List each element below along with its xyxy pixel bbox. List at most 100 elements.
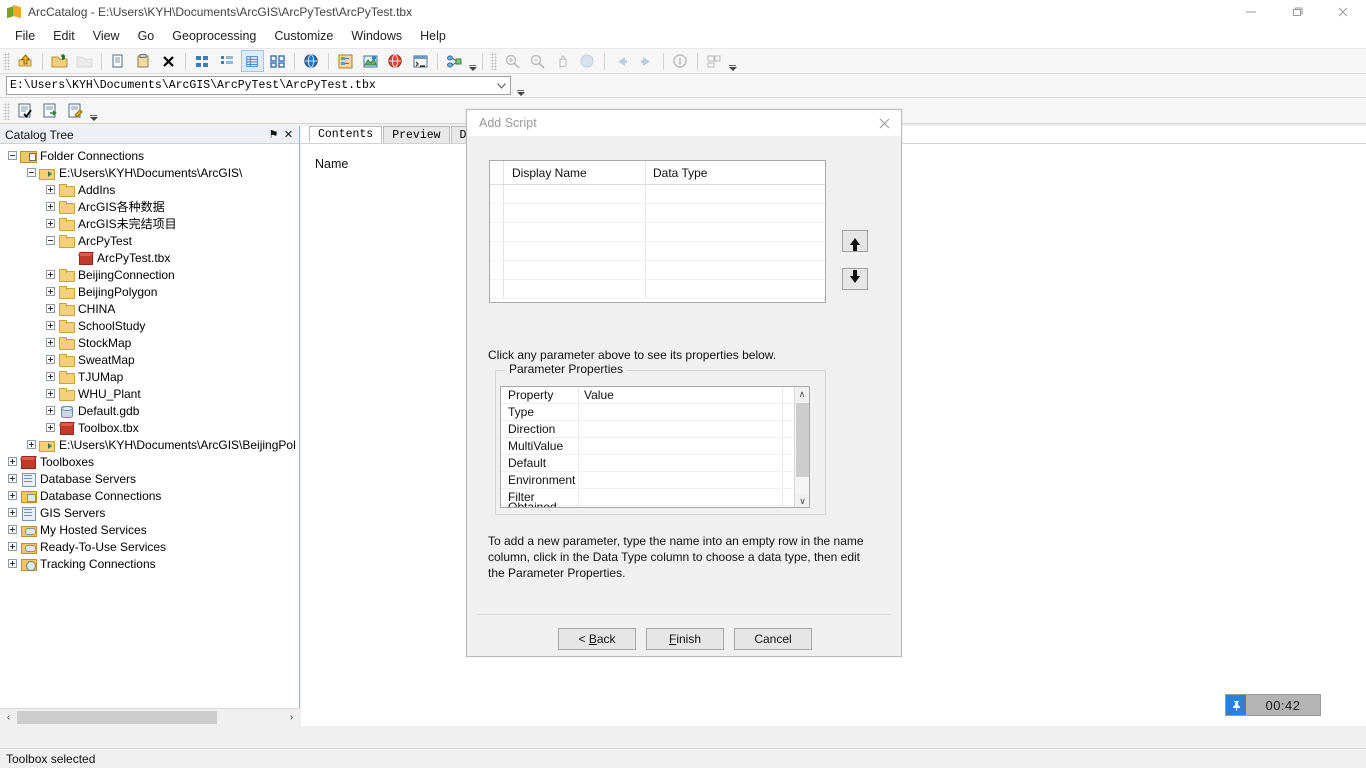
finish-button[interactable]: Finish xyxy=(646,628,724,650)
expand-plus-icon[interactable] xyxy=(44,183,57,196)
arcglobe-icon[interactable] xyxy=(384,50,407,72)
pan-icon[interactable] xyxy=(551,50,574,72)
expand-plus-icon[interactable] xyxy=(6,489,19,502)
properties-vertical-scrollbar[interactable]: ∧ ∨ xyxy=(794,387,809,507)
pin-icon[interactable]: ⚑ xyxy=(266,127,281,142)
panel-close-icon[interactable]: ✕ xyxy=(281,127,296,142)
arcmap-icon[interactable] xyxy=(359,50,382,72)
tree-item[interactable]: StockMap xyxy=(0,334,299,351)
collapse-minus-icon[interactable] xyxy=(25,166,38,179)
property-row[interactable]: Obtained from xyxy=(501,500,809,507)
tree-item[interactable]: Tracking Connections xyxy=(0,555,299,572)
tree-item[interactable]: SweatMap xyxy=(0,351,299,368)
tree-item[interactable]: Default.gdb xyxy=(0,402,299,419)
copy-icon[interactable] xyxy=(107,50,130,72)
thumbnails-view-icon[interactable] xyxy=(266,50,289,72)
parameter-row[interactable] xyxy=(490,223,825,242)
menu-go[interactable]: Go xyxy=(129,26,164,46)
back-button[interactable]: < Back xyxy=(558,628,636,650)
parameter-row[interactable] xyxy=(490,242,825,261)
identify-icon[interactable] xyxy=(669,50,692,72)
parameter-table[interactable]: Display Name Data Type xyxy=(489,160,826,303)
parameter-data-type-cell[interactable] xyxy=(646,185,825,203)
expand-plus-icon[interactable] xyxy=(44,336,57,349)
property-row[interactable]: MultiValue xyxy=(501,438,809,455)
expand-plus-icon[interactable] xyxy=(44,302,57,315)
parameter-display-name-cell[interactable] xyxy=(504,242,646,260)
parameter-row[interactable] xyxy=(490,185,825,204)
tree-item[interactable]: ArcGIS各种数据 xyxy=(0,198,299,215)
expand-plus-icon[interactable] xyxy=(6,472,19,485)
scroll-thumb[interactable] xyxy=(17,710,217,724)
geoprocessing-toolbar-grip[interactable] xyxy=(3,101,10,120)
close-icon[interactable] xyxy=(1320,0,1366,24)
property-value-cell[interactable] xyxy=(579,455,783,471)
parameter-display-name-cell[interactable] xyxy=(504,185,646,203)
expand-plus-icon[interactable] xyxy=(44,421,57,434)
location-input[interactable]: E:\Users\KYH\Documents\ArcGIS\ArcPyTest\… xyxy=(10,79,493,92)
catalog-tree-body[interactable]: Folder Connections E:\Users\KYH\Documents… xyxy=(0,144,299,708)
delete-icon[interactable] xyxy=(157,50,180,72)
expand-plus-icon[interactable] xyxy=(44,353,57,366)
create-thumbnail-icon[interactable] xyxy=(703,50,726,72)
tree-item[interactable]: TJUMap xyxy=(0,368,299,385)
tree-item[interactable]: Database Connections xyxy=(0,487,299,504)
move-parameter-up-button[interactable] xyxy=(842,230,868,252)
expand-plus-icon[interactable] xyxy=(44,370,57,383)
expand-plus-icon[interactable] xyxy=(44,387,57,400)
scroll-thumb[interactable] xyxy=(796,403,809,477)
tree-item[interactable]: Toolboxes xyxy=(0,453,299,470)
details-view-icon[interactable] xyxy=(241,50,264,72)
scroll-down-icon[interactable]: ∨ xyxy=(795,494,809,507)
tree-item[interactable]: Folder Connections xyxy=(0,147,299,164)
list-view-icon[interactable] xyxy=(216,50,239,72)
scroll-up-icon[interactable]: ∧ xyxy=(795,387,809,402)
expand-plus-icon[interactable] xyxy=(44,268,57,281)
expand-plus-icon[interactable] xyxy=(6,540,19,553)
toolbar-grip[interactable] xyxy=(3,52,10,70)
tree-item[interactable]: CHINA xyxy=(0,300,299,317)
tree-item[interactable]: GIS Servers xyxy=(0,504,299,521)
property-value-cell[interactable] xyxy=(579,489,783,505)
parameter-properties-table[interactable]: Property Value Type Direction MultiValue Defa… xyxy=(500,386,810,508)
menu-customize[interactable]: Customize xyxy=(265,26,342,46)
expand-plus-icon[interactable] xyxy=(6,523,19,536)
expand-plus-icon[interactable] xyxy=(44,200,57,213)
toolbar-overflow-icon[interactable] xyxy=(467,51,478,71)
tools-toolbar-overflow-icon[interactable] xyxy=(727,51,738,71)
property-row[interactable]: Type xyxy=(501,404,809,421)
tree-item[interactable]: My Hosted Services xyxy=(0,521,299,538)
tree-item[interactable]: Database Servers xyxy=(0,470,299,487)
move-parameter-down-button[interactable] xyxy=(842,268,868,290)
zoom-out-icon[interactable] xyxy=(526,50,549,72)
parameter-data-type-cell[interactable] xyxy=(646,242,825,260)
parameter-row[interactable] xyxy=(490,280,825,299)
scroll-right-icon[interactable]: › xyxy=(283,710,300,726)
tree-item[interactable]: E:\Users\KYH\Documents\ArcGIS\ xyxy=(0,164,299,181)
parameter-data-type-cell[interactable] xyxy=(646,261,825,279)
menu-help[interactable]: Help xyxy=(411,26,455,46)
tree-item[interactable]: AddIns xyxy=(0,181,299,198)
catalog-tree-window-icon[interactable] xyxy=(334,50,357,72)
property-row[interactable]: Default xyxy=(501,455,809,472)
property-value-cell[interactable] xyxy=(579,438,783,454)
parameter-data-type-cell[interactable] xyxy=(646,280,825,298)
maximize-icon[interactable] xyxy=(1274,0,1320,24)
tree-item[interactable]: ArcPyTest.tbx xyxy=(0,249,299,266)
expand-plus-icon[interactable] xyxy=(25,438,38,451)
parameter-display-name-cell[interactable] xyxy=(504,204,646,222)
menu-view[interactable]: View xyxy=(84,26,129,46)
tree-item[interactable]: Ready-To-Use Services xyxy=(0,538,299,555)
parameter-display-name-cell[interactable] xyxy=(504,280,646,298)
collapse-minus-icon[interactable] xyxy=(44,234,57,247)
menu-file[interactable]: File xyxy=(6,26,44,46)
up-one-level-icon[interactable] xyxy=(14,50,37,72)
tree-item[interactable]: SchoolStudy xyxy=(0,317,299,334)
geoprocessing-toolbar-overflow-icon[interactable] xyxy=(88,101,99,121)
tools-toolbar-grip[interactable] xyxy=(490,52,497,70)
parameter-row[interactable] xyxy=(490,204,825,223)
property-row[interactable]: Direction xyxy=(501,421,809,438)
parameter-data-type-cell[interactable] xyxy=(646,223,825,241)
expand-plus-icon[interactable] xyxy=(6,557,19,570)
forward-icon[interactable] xyxy=(635,50,658,72)
